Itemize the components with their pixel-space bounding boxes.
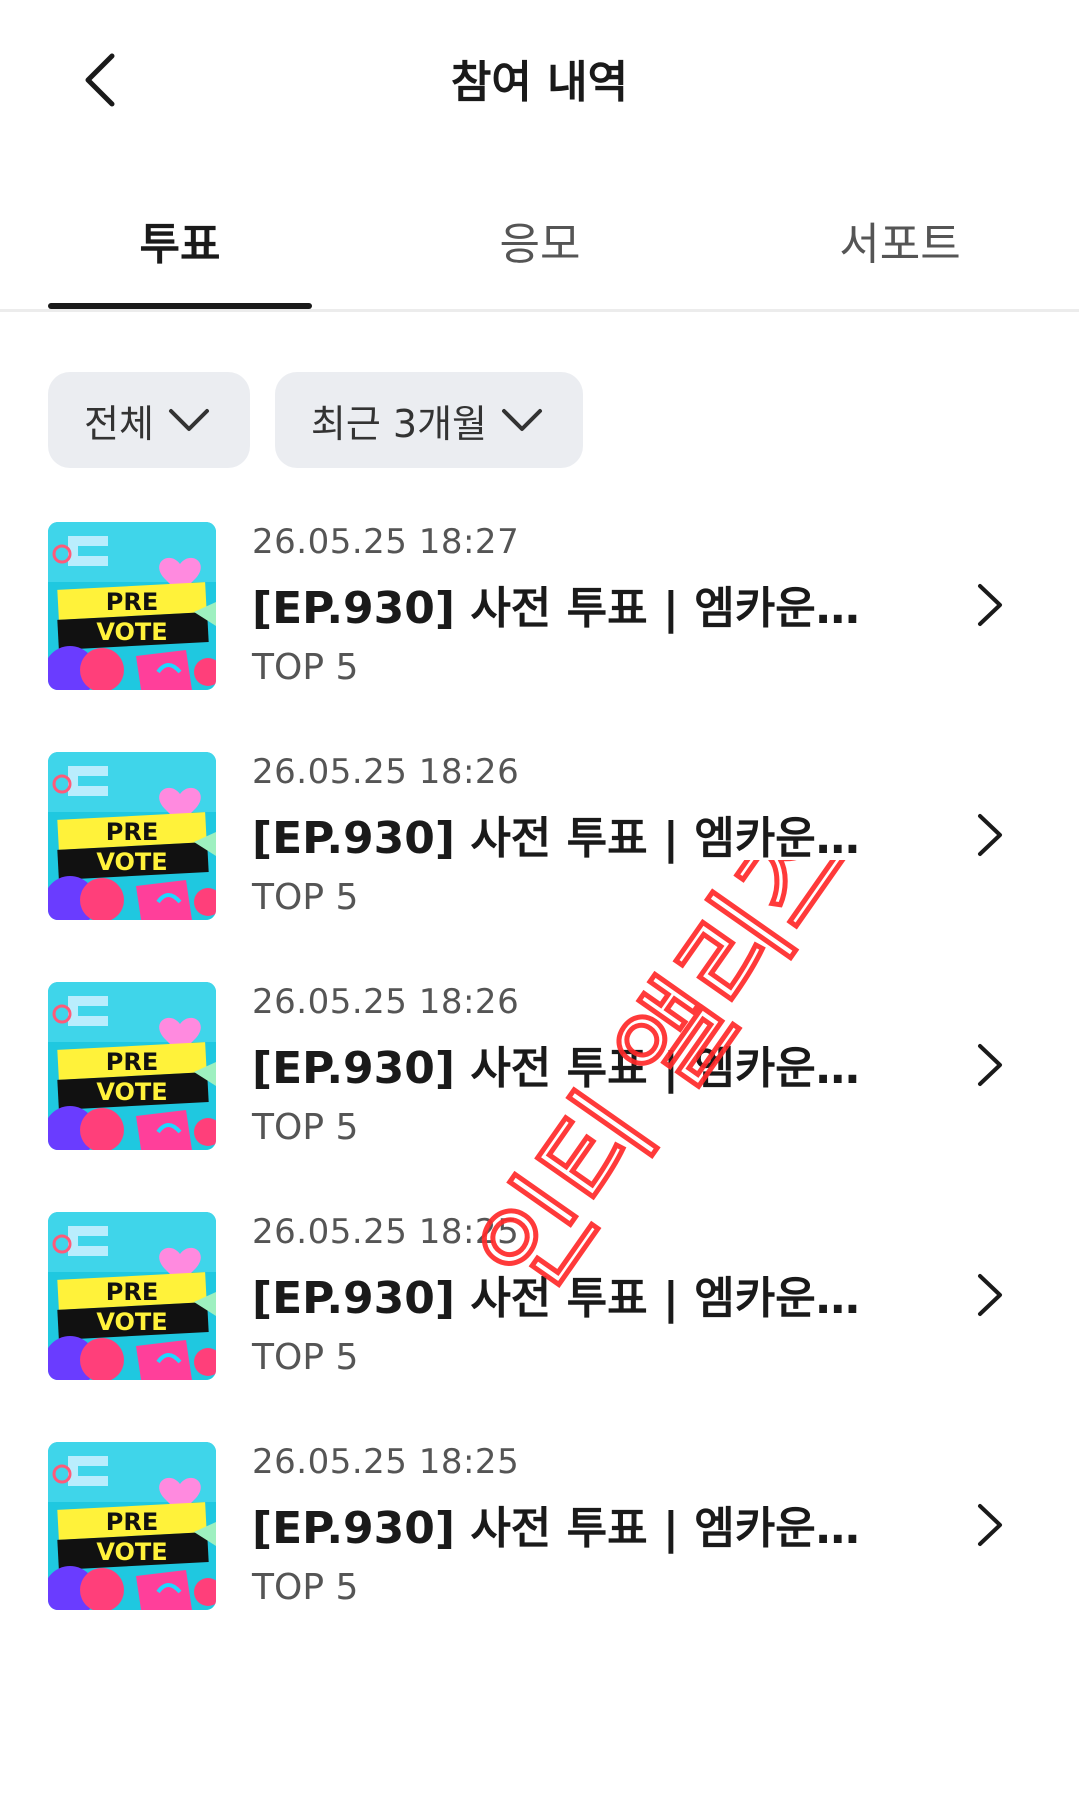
item-rank: TOP 5 [252, 877, 359, 918]
top-bar: 참여 내역 [0, 0, 1079, 150]
page-title: 참여 내역 [450, 57, 629, 108]
chevron-right-icon [978, 584, 1002, 626]
chevron-right-icon [978, 1044, 1002, 1086]
thumb-label-pre: PRE [106, 588, 158, 616]
vote-history-item[interactable]: PRE VOTE 26.05.25 18:26 [EP.930] 사전 투표 |… [0, 980, 1079, 1150]
tab-vote[interactable]: 투표 [30, 208, 330, 308]
active-tab-indicator [48, 303, 312, 309]
item-title: [EP.930] 사전 투표 | 엠카운트... [252, 583, 892, 634]
vote-thumbnail: PRE VOTE [48, 1442, 216, 1610]
vote-history-item[interactable]: PRE VOTE 26.05.25 18:25 [EP.930] 사전 투표 |… [0, 1210, 1079, 1380]
tab-entry[interactable]: 응모 [390, 208, 690, 308]
filter-category-label: 전체 [84, 401, 154, 446]
thumb-label-vote: VOTE [96, 1308, 167, 1336]
chevron-right-icon [978, 814, 1002, 856]
chevron-down-icon [168, 409, 209, 431]
thumb-label-pre: PRE [106, 1508, 158, 1536]
filter-bar: 전체 최근 3개월 [48, 372, 584, 468]
filter-category-dropdown[interactable]: 전체 [48, 372, 250, 468]
filter-period-dropdown[interactable]: 최근 3개월 [274, 372, 584, 468]
vote-thumbnail: PRE VOTE [48, 1212, 216, 1380]
item-date: 26.05.25 18:26 [252, 982, 520, 1022]
chevron-right-icon [978, 1274, 1002, 1316]
tab-bar: 투표 응모 서포트 [0, 190, 1079, 312]
vote-history-item[interactable]: PRE VOTE 26.05.25 18:25 [EP.930] 사전 투표 |… [0, 1440, 1079, 1610]
tab-support[interactable]: 서포트 [750, 208, 1050, 308]
item-rank: TOP 5 [252, 647, 359, 688]
thumb-label-pre: PRE [106, 1278, 158, 1306]
vote-history-item[interactable]: PRE VOTE 26.05.25 18:26 [EP.930] 사전 투표 |… [0, 750, 1079, 920]
item-title: [EP.930] 사전 투표 | 엠카운트... [252, 1503, 892, 1554]
item-date: 26.05.25 18:26 [252, 752, 520, 792]
item-date: 26.05.25 18:25 [252, 1442, 520, 1482]
item-date: 26.05.25 18:25 [252, 1212, 520, 1252]
item-title: [EP.930] 사전 투표 | 엠카운트... [252, 1273, 892, 1324]
vote-thumbnail: PRE VOTE [48, 752, 216, 920]
vote-thumbnail: PRE VOTE [48, 522, 216, 690]
vote-history-item[interactable]: PRE VOTE 26.05.25 18:27 [EP.930] 사전 투표 |… [0, 520, 1079, 690]
item-title: [EP.930] 사전 투표 | 엠카운트... [252, 813, 892, 864]
thumb-label-vote: VOTE [96, 1538, 167, 1566]
item-rank: TOP 5 [252, 1107, 359, 1148]
filter-period-label: 최근 3개월 [310, 401, 488, 446]
thumb-label-pre: PRE [106, 1048, 158, 1076]
thumb-label-vote: VOTE [96, 848, 167, 876]
item-title: [EP.930] 사전 투표 | 엠카운트... [252, 1043, 892, 1094]
participation-history-screen: 참여 내역 투표 응모 서포트 전체 최근 3개월 PRE VOTE 26.05… [0, 0, 1079, 1799]
item-rank: TOP 5 [252, 1567, 359, 1608]
item-rank: TOP 5 [252, 1337, 359, 1378]
thumb-label-vote: VOTE [96, 618, 167, 646]
chevron-down-icon [502, 409, 543, 431]
vote-thumbnail: PRE VOTE [48, 982, 216, 1150]
thumb-label-pre: PRE [106, 818, 158, 846]
item-date: 26.05.25 18:27 [252, 522, 520, 562]
thumb-label-vote: VOTE [96, 1078, 167, 1106]
chevron-right-icon [978, 1504, 1002, 1546]
